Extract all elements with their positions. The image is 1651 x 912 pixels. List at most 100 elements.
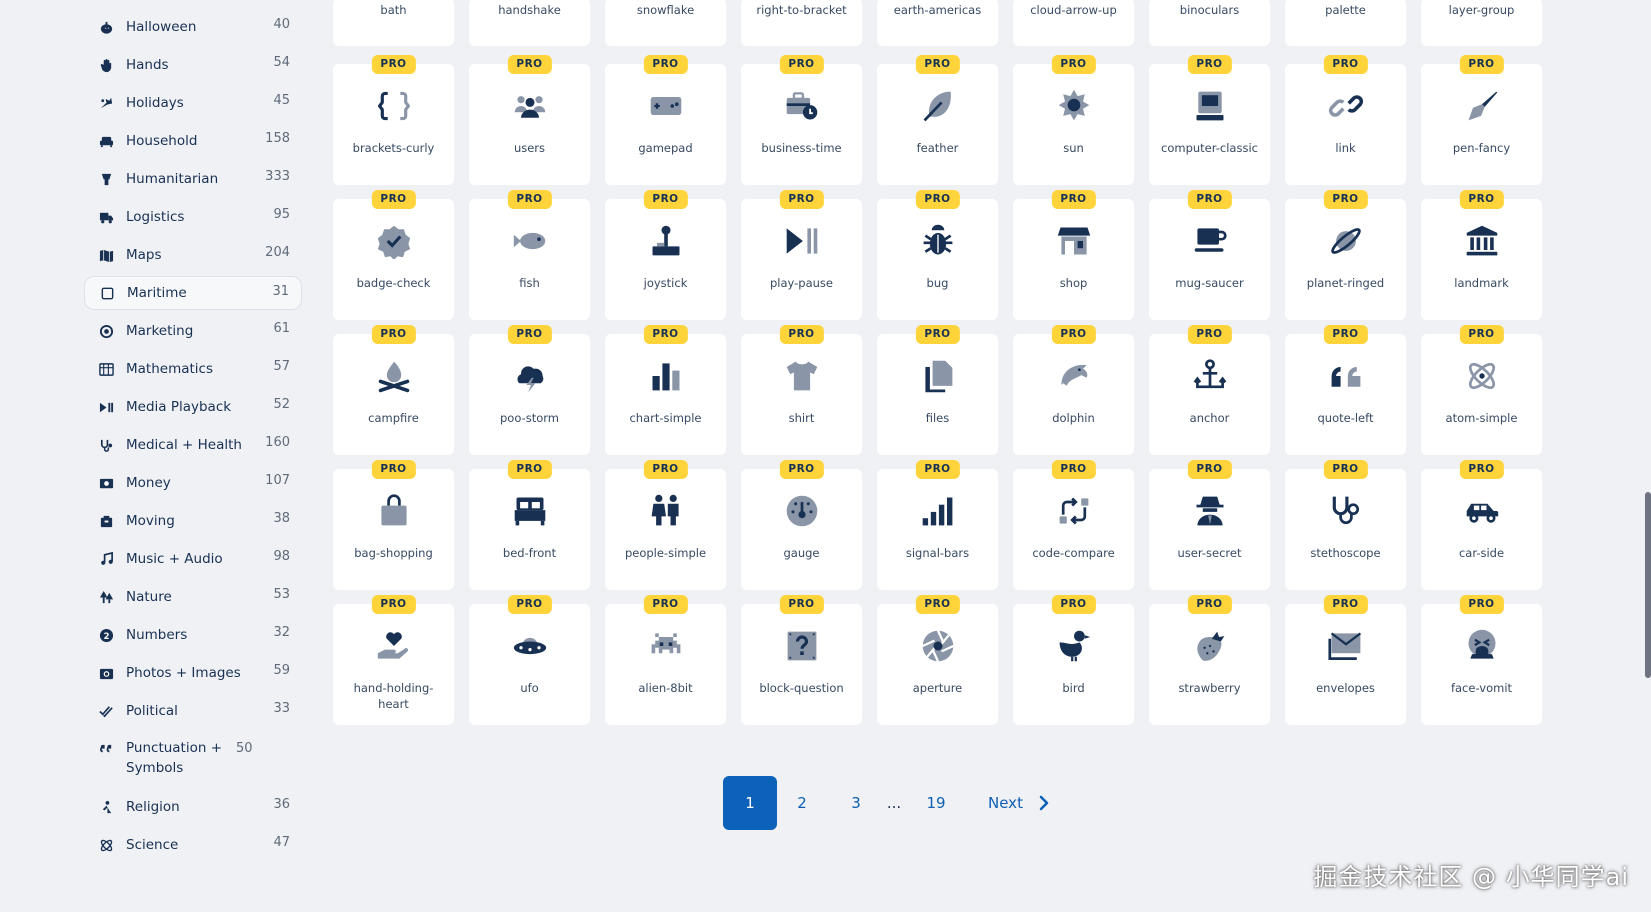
icon-card[interactable]: PRO shop — [1013, 190, 1134, 320]
couch-icon — [98, 133, 114, 149]
icon-card[interactable]: PRO signal-bars — [877, 460, 998, 590]
page-1-button[interactable]: 1 — [723, 776, 777, 830]
sidebar-item-moving[interactable]: Moving 38 — [84, 504, 302, 538]
icon-card[interactable]: PRO link — [1285, 55, 1406, 185]
icon-card[interactable]: PRO fish — [469, 190, 590, 320]
sidebar-item-religion[interactable]: Religion 36 — [84, 790, 302, 824]
icon-card[interactable]: PRO joystick — [605, 190, 726, 320]
icon-card[interactable]: PRO badge-check — [333, 190, 454, 320]
icon-card[interactable]: PRO anchor — [1149, 325, 1270, 455]
icon-card[interactable]: PRO computer-classic — [1149, 55, 1270, 185]
sidebar-item-media-playback[interactable]: Media Playback 52 — [84, 390, 302, 424]
pro-badge: PRO — [1187, 595, 1232, 614]
next-page-button[interactable]: Next — [988, 776, 1058, 830]
calculator-icon — [98, 361, 114, 377]
icon-card[interactable]: PRO files — [877, 325, 998, 455]
pro-badge: PRO — [1051, 55, 1096, 74]
sidebar-item-punctuation-symbols[interactable]: Punctuation + Symbols 50 — [84, 732, 302, 786]
icon-card[interactable]: PRO bird — [1013, 595, 1134, 725]
sidebar-item-science[interactable]: Science 47 — [84, 828, 302, 862]
icon-card[interactable]: PRO face-vomit — [1421, 595, 1542, 725]
icon-card[interactable]: PRO hand-holding-heart — [333, 595, 454, 725]
icon-card[interactable]: PRO chart-simple — [605, 325, 726, 455]
icon-card[interactable]: PRO quote-left — [1285, 325, 1406, 455]
icon-card[interactable]: PRO poo-storm — [469, 325, 590, 455]
icon-card[interactable]: PRO users — [469, 55, 590, 185]
icon-card[interactable]: earth-americas — [877, 0, 998, 46]
icon-card[interactable]: PRO business-time — [741, 55, 862, 185]
sidebar-item-humanitarian[interactable]: Humanitarian 333 — [84, 162, 302, 196]
sidebar-item-maps[interactable]: Maps 204 — [84, 238, 302, 272]
icon-card[interactable]: PRO gamepad — [605, 55, 726, 185]
sidebar-item-logistics[interactable]: Logistics 95 — [84, 200, 302, 234]
icon-card[interactable]: PRO feather — [877, 55, 998, 185]
icon-card[interactable]: PRO planet-ringed — [1285, 190, 1406, 320]
icon-card[interactable]: PRO landmark — [1421, 190, 1542, 320]
icon-card[interactable]: PRO campfire — [333, 325, 454, 455]
icon-card[interactable]: PRO alien-8bit — [605, 595, 726, 725]
sidebar-item-household[interactable]: Household 158 — [84, 124, 302, 158]
icon-card[interactable]: PRO user-secret — [1149, 460, 1270, 590]
sidebar-item-numbers[interactable]: 2 Numbers 32 — [84, 618, 302, 652]
icon-card[interactable]: snowflake — [605, 0, 726, 46]
sidebar-item-count: 33 — [273, 701, 290, 716]
page-19-button[interactable]: 19 — [926, 776, 946, 830]
sidebar-item-mathematics[interactable]: Mathematics 57 — [84, 352, 302, 386]
sidebar-item-hands[interactable]: Hands 54 — [84, 48, 302, 82]
icon-card[interactable]: PRO code-compare — [1013, 460, 1134, 590]
icon-card[interactable]: PRO sun — [1013, 55, 1134, 185]
icon-card[interactable]: PRO bag-shopping — [333, 460, 454, 590]
icon-card[interactable]: PRO dolphin — [1013, 325, 1134, 455]
icon-card[interactable]: PRO atom-simple — [1421, 325, 1542, 455]
icon-card[interactable]: PRO pen-fancy — [1421, 55, 1542, 185]
icon-card[interactable]: binoculars — [1149, 0, 1270, 46]
sidebar-item-label: Political — [126, 703, 178, 719]
icon-card[interactable]: layer-group — [1421, 0, 1542, 46]
icon-card-name: binoculars — [1179, 3, 1240, 17]
icon-card-name: shirt — [788, 411, 815, 425]
icon-card[interactable]: handshake — [469, 0, 590, 46]
page-2-button[interactable]: 2 — [795, 776, 809, 830]
icon-card[interactable]: PRO car-side — [1421, 460, 1542, 590]
icon-card[interactable]: PRO strawberry — [1149, 595, 1270, 725]
icon-card-name: earth-americas — [893, 3, 982, 17]
sidebar-item-maritime[interactable]: Maritime 31 — [84, 276, 302, 310]
icon-card[interactable]: PRO bed-front — [469, 460, 590, 590]
icon-card[interactable]: PRO aperture — [877, 595, 998, 725]
icon-card[interactable]: PRO mug-saucer — [1149, 190, 1270, 320]
sidebar-item-halloween[interactable]: Halloween 40 — [84, 10, 302, 44]
sidebar-item-photos-images[interactable]: Photos + Images 59 — [84, 656, 302, 690]
page-3-button[interactable]: 3 — [849, 776, 863, 830]
icon-card[interactable]: PRO play-pause — [741, 190, 862, 320]
block-question-icon — [782, 626, 822, 666]
icon-card[interactable]: PRO ufo — [469, 595, 590, 725]
icon-card[interactable]: PRO shirt — [741, 325, 862, 455]
pro-badge: PRO — [915, 595, 960, 614]
icon-card[interactable]: PRO block-question — [741, 595, 862, 725]
icon-card[interactable]: palette — [1285, 0, 1406, 46]
icon-card[interactable]: PRO brackets-curly — [333, 55, 454, 185]
icon-card[interactable]: right-to-bracket — [741, 0, 862, 46]
sidebar-item-medical-health[interactable]: Medical + Health 160 — [84, 428, 302, 462]
icon-card[interactable]: cloud-arrow-up — [1013, 0, 1134, 46]
stethoscope-icon — [1326, 491, 1366, 531]
icon-card[interactable]: PRO stethoscope — [1285, 460, 1406, 590]
sidebar-item-count: 59 — [273, 663, 290, 678]
pro-badge: PRO — [371, 55, 416, 74]
sidebar-item-marketing[interactable]: Marketing 61 — [84, 314, 302, 348]
icon-card[interactable]: PRO people-simple — [605, 460, 726, 590]
sidebar-item-music-audio[interactable]: Music + Audio 98 — [84, 542, 302, 576]
icon-card-name: planet-ringed — [1306, 276, 1385, 290]
icon-card[interactable]: PRO envelopes — [1285, 595, 1406, 725]
sidebar-item-money[interactable]: Money 107 — [84, 466, 302, 500]
sidebar-item-nature[interactable]: Nature 53 — [84, 580, 302, 614]
users-icon — [510, 86, 550, 126]
icon-card[interactable]: PRO bug — [877, 190, 998, 320]
sidebar-item-count: 61 — [273, 321, 290, 336]
scrollbar-thumb[interactable] — [1645, 492, 1651, 678]
sidebar-item-holidays[interactable]: Holidays 45 — [84, 86, 302, 120]
icon-card[interactable]: bath — [333, 0, 454, 46]
sidebar-item-political[interactable]: Political 33 — [84, 694, 302, 728]
icon-card[interactable]: PRO gauge — [741, 460, 862, 590]
icon-card-name: hand-holding-heart — [353, 681, 434, 711]
